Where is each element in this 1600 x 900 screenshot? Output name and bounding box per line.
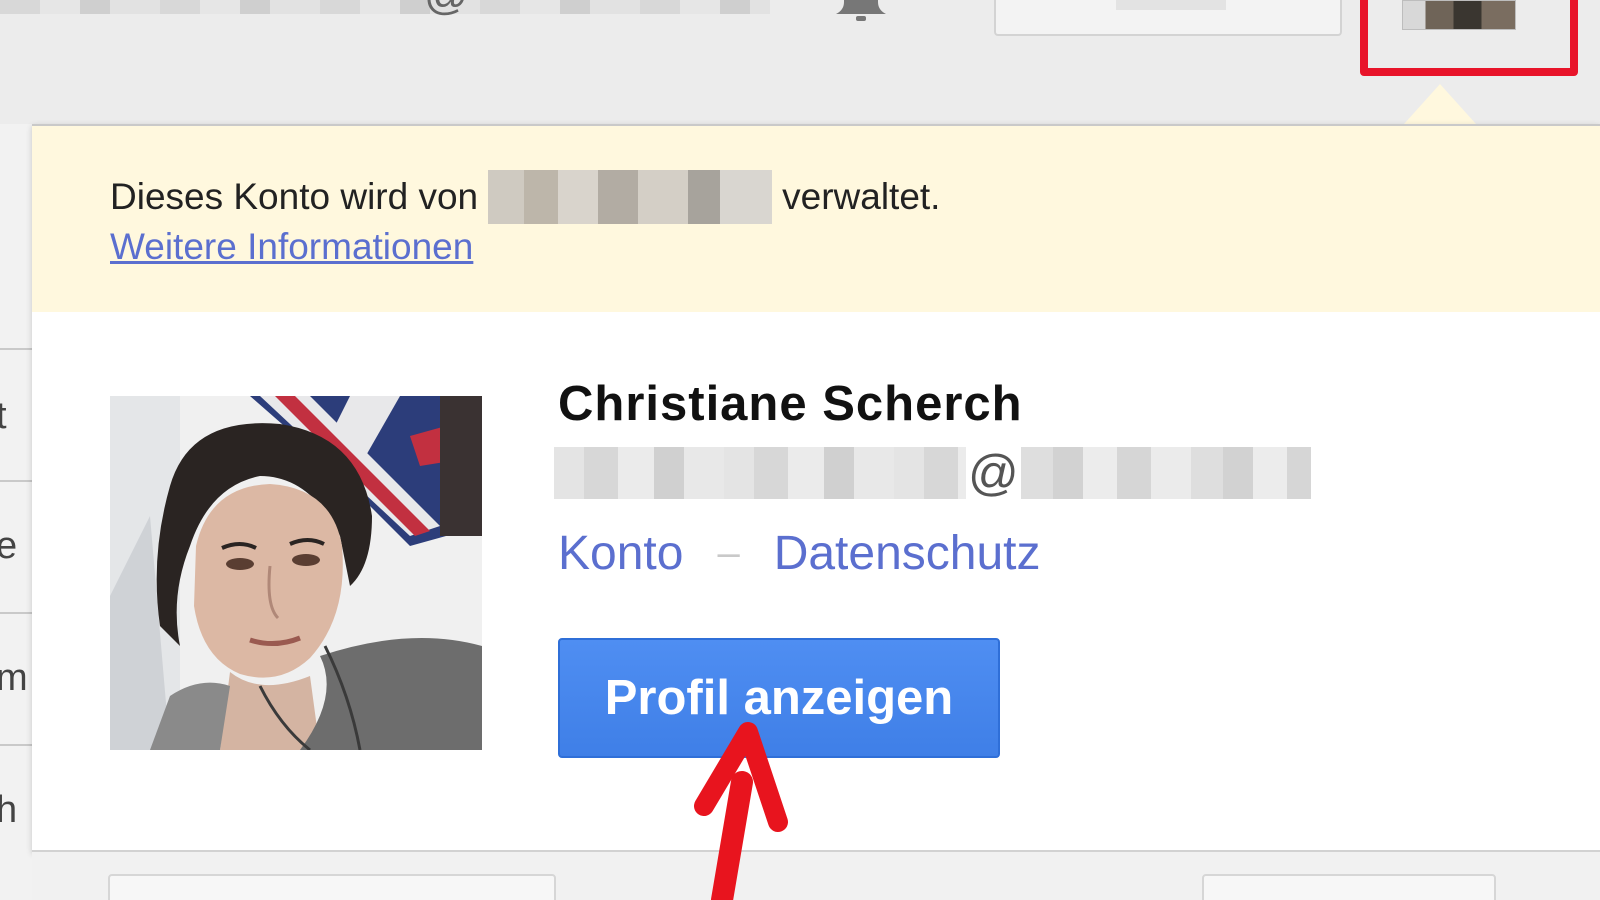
link-separator: – [717,531,740,575]
account-links: Konto – Datenschutz [558,526,1041,581]
header-button[interactable] [994,0,1342,36]
popup-caret [1404,84,1476,124]
managed-account-notice: Dieses Konto wird von verwaltet. Weitere… [32,126,1600,312]
top-bar: @ [0,0,1600,124]
sidebar-fragment[interactable]: e [0,480,32,614]
redacted-organization [488,170,773,224]
privacy-link[interactable]: Datenschutz [774,526,1041,581]
notice-text: Dieses Konto wird von verwaltet. [110,170,940,224]
header-at-sign: @ [424,0,469,20]
screenshot: @ t e m h Dieses Konto wird von verwalte… [0,0,1600,900]
footer-button-right[interactable] [1202,874,1496,900]
profile-email: @ [554,444,1311,502]
profile-photo[interactable] [110,396,482,750]
redacted-button-label [1116,0,1226,10]
account-popup: Dieses Konto wird von verwaltet. Weitere… [32,124,1600,852]
sidebar-fragment-text: h [0,790,17,830]
email-at-sign: @ [968,445,1019,501]
sidebar-fragment-text: t [0,396,7,436]
sidebar-fragment-text: e [0,526,17,566]
profile-photo-image [110,396,482,750]
redacted-email-domain [1020,447,1311,499]
sidebar-fragment[interactable]: h [0,744,32,900]
notice-prefix: Dieses Konto wird von [110,176,479,217]
red-arrow-icon [694,722,788,900]
notice-suffix: verwaltet. [782,176,941,217]
left-sidebar-edge: t e m h [0,124,34,900]
account-link[interactable]: Konto [558,526,683,581]
bell-icon[interactable] [826,0,896,24]
sidebar-fragment[interactable]: m [0,612,32,746]
redacted-header-text [0,0,770,14]
redacted-email-user [554,447,966,499]
sidebar-fragment[interactable]: t [0,348,32,482]
popup-footer [32,850,1600,900]
profile-name: Christiane Scherch [558,377,1023,431]
sidebar-fragment-text: m [0,658,28,698]
more-info-link[interactable]: Weitere Informationen [110,226,473,268]
highlight-box [1360,0,1578,76]
footer-button-left[interactable] [108,874,556,900]
